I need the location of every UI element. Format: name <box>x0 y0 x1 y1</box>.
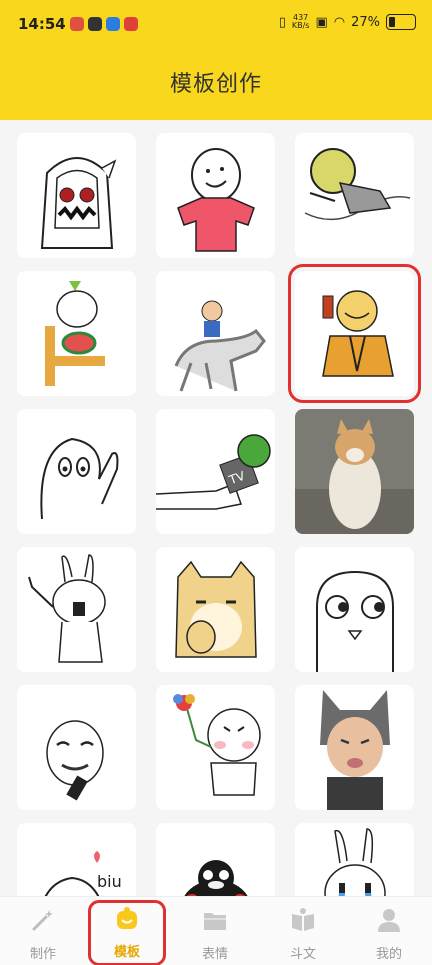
app-icon <box>88 17 102 31</box>
svg-text:biu: biu <box>97 872 122 891</box>
bottom-tab-bar: 制作 模板 表情 斗文 我的 <box>0 896 432 965</box>
horned-girl-image <box>40 157 117 249</box>
tab-dou[interactable]: 斗文 <box>268 905 338 962</box>
flower-face-image <box>173 694 261 796</box>
tab-mine[interactable]: 我的 <box>354 905 424 962</box>
template-card[interactable] <box>295 409 414 534</box>
doge-thinking-image <box>175 560 257 658</box>
template-card-selected[interactable] <box>288 264 421 403</box>
magic-wand-icon <box>32 910 53 931</box>
status-right: ▯ 437 KB/s ▣ ◠ 27% <box>279 14 416 30</box>
wifi-icon: ◠ <box>333 14 346 30</box>
template-card[interactable] <box>156 685 275 810</box>
app-icon <box>106 17 120 31</box>
template-card[interactable] <box>295 685 414 810</box>
user-icon <box>378 909 400 932</box>
folder-icon <box>204 913 226 930</box>
shiba-dog-photo-image <box>295 409 414 534</box>
ghost-hand-up-image <box>40 437 119 520</box>
tab-label: 斗文 <box>289 947 316 962</box>
tab-templates[interactable]: 模板 <box>88 900 166 965</box>
vibrate-icon: ▯ <box>278 14 286 30</box>
tab-label: 表情 <box>201 947 228 962</box>
happy-face-pink-shirt-image <box>177 148 255 252</box>
template-card[interactable] <box>17 547 136 672</box>
tv-microphone-image: TV <box>156 434 271 510</box>
crying-rabbit-image <box>324 828 386 896</box>
tab-emoji[interactable]: 表情 <box>180 905 250 962</box>
side-eye-face-image <box>316 570 394 672</box>
template-card[interactable] <box>156 133 275 258</box>
cat-hat-baby-image <box>320 690 390 810</box>
tab-label: 我的 <box>375 947 402 962</box>
man-on-horse-image <box>174 300 266 392</box>
template-card[interactable] <box>156 823 275 896</box>
template-card[interactable] <box>17 685 136 810</box>
kumamon-image <box>184 860 248 896</box>
book-icon <box>292 908 314 931</box>
tab-make[interactable]: 制作 <box>8 905 78 962</box>
template-card[interactable] <box>17 133 136 258</box>
template-card[interactable] <box>17 409 136 534</box>
template-card[interactable] <box>295 547 414 672</box>
template-grid[interactable]: TV biu <box>0 120 432 896</box>
sim-icon: ▣ <box>315 14 328 30</box>
template-card[interactable] <box>156 271 275 396</box>
battery-icon <box>386 14 416 30</box>
template-card[interactable]: TV <box>156 409 275 534</box>
status-bar: 14:54 ▯ 437 KB/s ▣ ◠ 27% <box>0 12 432 40</box>
network-speed: 437 KB/s <box>291 13 310 30</box>
template-card[interactable] <box>156 547 275 672</box>
rabbit-shouting-image <box>28 554 106 663</box>
template-card[interactable] <box>17 271 136 396</box>
biu-ghost-image: biu <box>44 851 122 896</box>
weibo-icon <box>70 17 84 31</box>
status-time: 14:54 <box>18 15 66 33</box>
guy-with-phone-image <box>322 290 394 377</box>
template-card[interactable] <box>295 823 414 896</box>
tab-label: 制作 <box>29 947 56 962</box>
radish-eating-melon-image <box>45 281 105 386</box>
notification-icons <box>70 17 138 31</box>
template-card[interactable]: biu <box>17 823 136 896</box>
lying-yellow-head-image <box>304 148 411 221</box>
meme-face-with-phone-image <box>46 720 104 801</box>
template-icon <box>117 907 137 929</box>
tab-label: 模板 <box>113 945 140 960</box>
template-card[interactable] <box>295 133 414 258</box>
page-title: 模板创作 <box>169 72 262 97</box>
header-bar: 14:54 ▯ 437 KB/s ▣ ◠ 27% 模板创作 <box>0 0 432 120</box>
app-icon <box>124 17 138 31</box>
battery-percent: 27% <box>351 14 380 30</box>
